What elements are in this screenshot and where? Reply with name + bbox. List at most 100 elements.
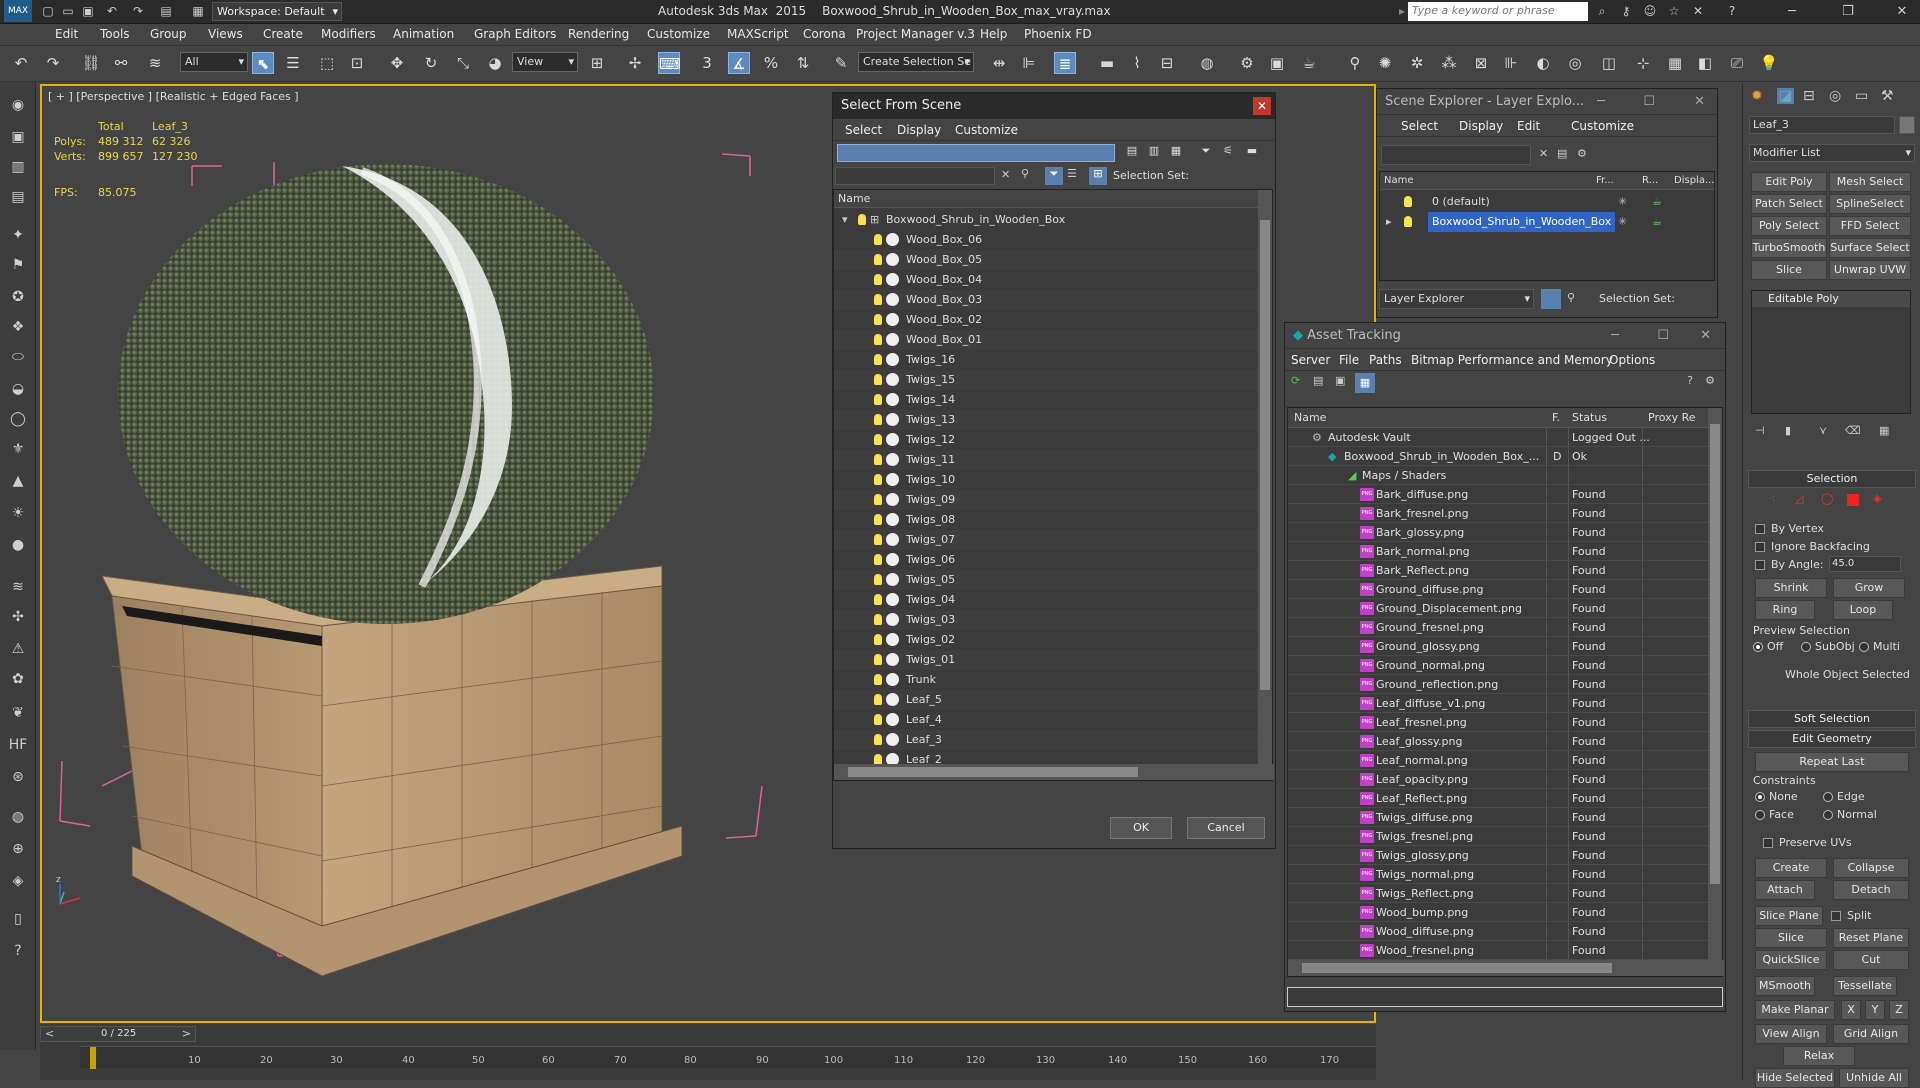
scene-root-row[interactable]: ▾ ⊞ Boxwood_Shrub_in_Wooden_Box — [834, 210, 1260, 230]
slice-modifier-button[interactable]: Slice — [1751, 260, 1827, 280]
render-icon[interactable]: ☕ — [1652, 192, 1662, 212]
sce-menu-edit[interactable]: Edit — [1517, 119, 1540, 133]
layers-toggle-icon[interactable] — [1541, 289, 1561, 309]
close-icon[interactable]: ✕ — [1700, 323, 1711, 349]
sce-titlebar[interactable]: Scene Explorer - Layer Explo... ─ ☐ ✕ — [1377, 89, 1717, 115]
scene-object-row[interactable]: Twigs_13 — [834, 410, 1260, 430]
polygon-level-icon[interactable] — [1847, 494, 1859, 506]
track-bar[interactable]: 10 20 30 40 50 60 70 80 90 100 110 120 1… — [80, 1046, 1376, 1069]
pivot-center-icon[interactable]: ⊞ — [586, 52, 608, 74]
selection-rollout[interactable]: Selection — [1748, 470, 1916, 488]
dialog-titlebar[interactable]: Select From Scene ✕ — [833, 93, 1275, 119]
edit-poly-button[interactable]: Edit Poly — [1751, 172, 1827, 192]
light-bulb-icon[interactable] — [874, 674, 882, 685]
ignore-backfacing-checkbox[interactable] — [1755, 542, 1765, 552]
tool-7-icon[interactable]: ❖ — [7, 316, 29, 338]
tool-18-icon[interactable]: ✿ — [7, 668, 29, 690]
clear-icon[interactable]: ✕ — [1539, 147, 1548, 160]
create-button[interactable]: Create — [1755, 858, 1827, 878]
unwrap-uvw-button[interactable]: Unwrap UVW — [1829, 260, 1911, 280]
hierarchy-icon[interactable]: ⚲ — [1567, 291, 1575, 304]
close-icon[interactable]: ✕ — [1253, 97, 1271, 115]
surface-select-button[interactable]: Surface Select — [1829, 238, 1911, 258]
asset-row[interactable]: PNG Bark_normal.png Found — [1288, 542, 1710, 561]
preview-subobj-radio[interactable] — [1801, 642, 1811, 652]
named-selection-dropdown[interactable]: Create Selection Se ▾ — [858, 52, 974, 72]
menu-phoenix-fd[interactable]: Phoenix FD — [1024, 27, 1092, 41]
tool-9-icon[interactable]: ◒ — [7, 378, 29, 400]
modify-tab-icon[interactable]: ◪ — [1777, 88, 1795, 104]
curve-editor-icon[interactable]: ⌇ — [1126, 52, 1148, 74]
repeat-last-button[interactable]: Repeat Last — [1755, 752, 1909, 772]
sce-col-display[interactable]: Displa... — [1674, 175, 1714, 186]
scene-object-row[interactable]: Wood_Box_05 — [834, 250, 1260, 270]
scene-object-row[interactable]: Twigs_16 — [834, 350, 1260, 370]
asset-row[interactable]: PNG Bark_fresnel.png Found — [1288, 504, 1710, 523]
light-icon[interactable]: ⚲ — [1344, 52, 1366, 74]
render-icon[interactable]: ☕ — [1652, 212, 1662, 232]
at-titlebar[interactable]: ◆ Asset Tracking ─ ☐ ✕ — [1285, 323, 1725, 349]
render-production-icon[interactable]: ☕ — [1298, 52, 1320, 74]
tool-21-icon[interactable]: ⊛ — [7, 766, 29, 788]
turbosmooth-button[interactable]: TurboSmooth — [1751, 238, 1827, 258]
scene-object-row[interactable]: Twigs_03 — [834, 610, 1260, 630]
asset-row[interactable]: PNG Twigs_Reflect.png Found — [1288, 884, 1710, 903]
asset-row-maxfile[interactable]: ◆ Boxwood_Shrub_in_Wooden_Box_... D Ok — [1288, 447, 1710, 466]
scene-object-row[interactable]: Twigs_02 — [834, 630, 1260, 650]
menu-animation[interactable]: Animation — [393, 27, 454, 41]
unhide-all-button[interactable]: Unhide All — [1839, 1068, 1909, 1088]
sce-col-name[interactable]: Name — [1384, 175, 1414, 186]
binoculars-icon[interactable]: ⌕ — [1594, 3, 1610, 19]
tool-14-icon[interactable]: ● — [7, 534, 29, 556]
select-scale-icon[interactable]: ⤡ — [452, 52, 474, 74]
shrink-button[interactable]: Shrink — [1755, 578, 1827, 598]
frame-buffer-icon[interactable]: ◫ — [1598, 52, 1620, 74]
select-object-icon[interactable]: ⬉ — [252, 52, 274, 74]
minimize-icon[interactable]: ─ — [1597, 89, 1605, 115]
light-bulb-icon[interactable] — [874, 554, 882, 565]
open-file-icon[interactable]: ▭ — [60, 3, 76, 19]
object-color-swatch[interactable] — [1899, 116, 1915, 134]
sce-menu-customize[interactable]: Customize — [1571, 119, 1634, 133]
loop-button[interactable]: Loop — [1833, 600, 1893, 620]
sfs-menu-customize[interactable]: Customize — [955, 123, 1018, 137]
light-bulb-icon[interactable] — [874, 534, 882, 545]
list-icon[interactable]: ▤ — [1313, 374, 1323, 387]
save-file-icon[interactable]: ▣ — [80, 3, 96, 19]
tool-12-icon[interactable]: ▲ — [7, 470, 29, 492]
asset-row[interactable]: PNG Leaf_normal.png Found — [1288, 751, 1710, 770]
tool-2-icon[interactable]: ▥ — [7, 156, 29, 178]
light-bulb-icon[interactable] — [874, 474, 882, 485]
light-bulb-icon[interactable] — [874, 734, 882, 745]
fur-icon[interactable]: ⁂ — [1438, 52, 1460, 74]
app-logo-icon[interactable]: MAX — [4, 0, 32, 22]
at-hscroll[interactable] — [1288, 960, 1724, 976]
scene-object-row[interactable]: Wood_Box_02 — [834, 310, 1260, 330]
help-search-input[interactable]: Type a keyword or phrase — [1408, 2, 1588, 21]
table-view-icon[interactable]: ▦ — [1355, 373, 1375, 393]
expand-arrow-icon[interactable]: ▾ — [842, 210, 848, 230]
scene-object-row[interactable]: Leaf_3 — [834, 730, 1260, 750]
light-bulb-icon[interactable] — [874, 694, 882, 705]
at-menu-paths[interactable]: Paths — [1369, 353, 1402, 367]
spinner-snap-icon[interactable]: ⇅ — [792, 52, 814, 74]
scene-object-row[interactable]: Twigs_07 — [834, 530, 1260, 550]
tool-15-icon[interactable]: ≋ — [7, 576, 29, 598]
minimize-icon[interactable]: ─ — [1611, 323, 1619, 349]
configure-sets-icon[interactable]: ▦ — [1879, 424, 1889, 437]
tool-23-icon[interactable]: ⊕ — [7, 838, 29, 860]
filter-icon[interactable]: ⏷ — [1197, 144, 1215, 162]
ffd-select-button[interactable]: FFD Select — [1829, 216, 1911, 236]
tessellate-button[interactable]: Tessellate — [1833, 976, 1897, 996]
options-icon[interactable]: ⚙ — [1577, 147, 1587, 160]
constraint-none-radio[interactable] — [1755, 792, 1765, 802]
display-invert-icon[interactable]: ▦ — [1167, 144, 1185, 162]
asset-row[interactable]: PNG Twigs_diffuse.png Found — [1288, 808, 1710, 827]
sce-col-freeze[interactable]: Fr... — [1596, 175, 1614, 186]
cancel-button[interactable]: Cancel — [1187, 817, 1265, 839]
sphere-fade-icon[interactable]: ◐ — [1532, 52, 1554, 74]
quickslice-button[interactable]: QuickSlice — [1755, 950, 1827, 970]
at-menu-file[interactable]: File — [1339, 353, 1359, 367]
sfs-menu-select[interactable]: Select — [845, 123, 882, 137]
close-icon[interactable]: ✕ — [1694, 89, 1705, 115]
